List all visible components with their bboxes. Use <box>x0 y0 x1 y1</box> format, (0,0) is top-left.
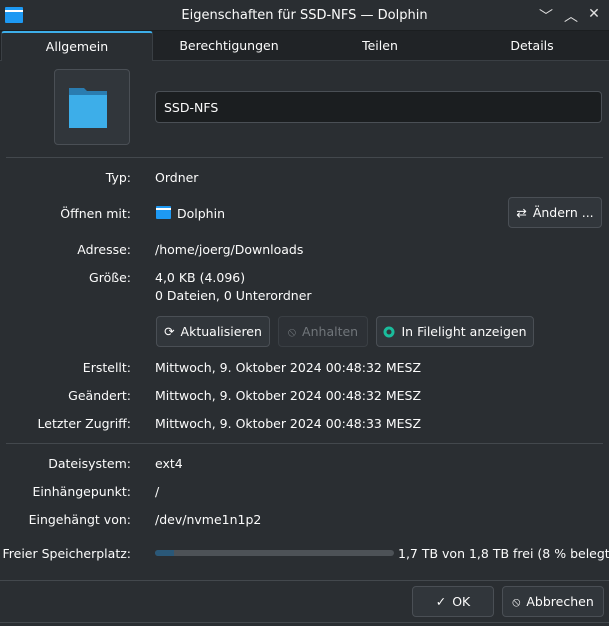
mountpoint-value: / <box>155 484 160 499</box>
refresh-icon: ⟳ <box>164 324 175 339</box>
size-value: 4,0 KB (4.096) <box>155 270 246 285</box>
type-label: Typ: <box>105 170 131 185</box>
accessed-label: Letzter Zugriff: <box>37 416 131 431</box>
filesystem-value: ext4 <box>155 456 183 471</box>
tab-details[interactable]: Details <box>455 31 609 61</box>
settings-sliders-icon: ⇄ <box>516 205 527 220</box>
filelight-icon <box>383 326 395 337</box>
name-input[interactable] <box>155 91 602 123</box>
stop-label: Anhalten <box>302 324 359 339</box>
size-count: 0 Dateien, 0 Unterordner <box>155 288 312 303</box>
modified-label: Geändert: <box>68 388 131 403</box>
maximize-button[interactable]: ︿ <box>562 6 580 25</box>
folder-icon <box>69 88 107 128</box>
address-value: /home/joerg/Downloads <box>155 242 304 257</box>
cancel-button[interactable]: ⦸ Abbrechen <box>502 586 604 617</box>
divider <box>0 622 609 623</box>
divider <box>6 443 603 444</box>
title-bar: Eigenschaften für SSD-NFS — Dolphin ﹀ ︿ … <box>0 0 609 31</box>
tab-berechtigungen[interactable]: Berechtigungen <box>153 31 305 61</box>
type-value: Ordner <box>155 170 199 185</box>
filelight-button[interactable]: In Filelight anzeigen <box>376 316 534 347</box>
close-button[interactable]: ✕ <box>585 6 603 24</box>
change-app-label: Ändern ... <box>532 205 594 220</box>
filelight-label: In Filelight anzeigen <box>401 324 527 339</box>
dolphin-icon <box>156 206 171 219</box>
open-with-value: Dolphin <box>177 206 225 221</box>
disk-usage-fill <box>155 550 175 556</box>
filesystem-label: Dateisystem: <box>48 456 131 471</box>
refresh-button[interactable]: ⟳ Aktualisieren <box>156 316 270 347</box>
free-space-value: 1,7 TB von 1,8 TB frei (8 % belegt) <box>398 546 609 561</box>
ok-button[interactable]: ✓ OK <box>412 586 494 617</box>
folder-icon-button[interactable] <box>54 69 130 145</box>
cancel-icon: ⦸ <box>287 323 297 339</box>
window-title: Eigenschaften für SSD-NFS — Dolphin <box>181 8 428 23</box>
tab-bar: Allgemein Berechtigungen Teilen Details <box>0 31 609 62</box>
size-label: Größe: <box>89 270 131 285</box>
mounted-from-value: /dev/nvme1n1p2 <box>155 512 262 527</box>
divider <box>6 157 603 158</box>
created-value: Mittwoch, 9. Oktober 2024 00:48:32 MESZ <box>155 360 422 375</box>
tab-teilen[interactable]: Teilen <box>305 31 455 61</box>
created-label: Erstellt: <box>82 360 131 375</box>
mountpoint-label: Einhängepunkt: <box>32 484 131 499</box>
check-icon: ✓ <box>435 594 447 609</box>
open-with-label: Öffnen mit: <box>60 206 131 221</box>
change-app-button[interactable]: ⇄ Ändern ... <box>508 197 602 228</box>
cancel-label: Abbrechen <box>526 594 594 609</box>
divider <box>0 580 609 581</box>
ok-label: OK <box>452 594 471 609</box>
disk-usage-bar <box>155 550 394 556</box>
address-label: Adresse: <box>77 242 131 257</box>
accessed-value: Mittwoch, 9. Oktober 2024 00:48:33 MESZ <box>155 416 422 431</box>
mounted-from-label: Eingehängt von: <box>28 512 131 527</box>
tab-allgemein[interactable]: Allgemein <box>1 31 153 62</box>
minimize-button[interactable]: ﹀ <box>537 6 555 25</box>
cancel-icon: ⦸ <box>512 593 521 609</box>
refresh-label: Aktualisieren <box>180 324 262 339</box>
modified-value: Mittwoch, 9. Oktober 2024 00:48:32 MESZ <box>155 388 422 403</box>
free-space-label: Freier Speicherplatz: <box>2 546 131 561</box>
stop-button[interactable]: ⦸ Anhalten <box>278 316 368 347</box>
